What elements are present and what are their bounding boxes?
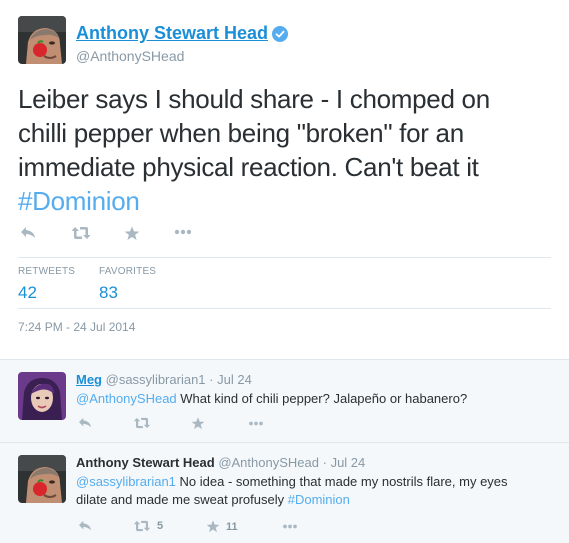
favorite-button[interactable]: 11 xyxy=(206,520,238,533)
retweet-icon xyxy=(133,520,151,532)
hashtag-link[interactable]: #Dominion xyxy=(288,492,350,507)
author-name[interactable]: Anthony Stewart Head xyxy=(76,23,268,44)
retweets-stat[interactable]: RETWEETS 42 xyxy=(18,266,75,303)
retweet-button[interactable] xyxy=(71,226,91,240)
more-icon xyxy=(249,421,263,426)
tweet-text-line: immediate physical reaction. Can't beat … xyxy=(18,152,479,182)
more-icon xyxy=(174,229,192,235)
reply-text-body: No idea - something that made my nostril… xyxy=(175,474,508,489)
retweets-count: 42 xyxy=(18,283,37,302)
retweet-icon xyxy=(133,417,151,429)
divider xyxy=(18,257,551,258)
reply-button[interactable] xyxy=(78,520,92,532)
reply-icon xyxy=(21,227,35,238)
reply-tweet[interactable]: Anthony Stewart Head @AnthonySHead · Jul… xyxy=(0,442,569,543)
favorites-stat[interactable]: FAVORITES 83 xyxy=(99,266,156,303)
favorites-label: FAVORITES xyxy=(99,266,157,277)
more-button[interactable] xyxy=(282,524,298,529)
author-handle[interactable]: @AnthonySHead xyxy=(76,48,184,64)
reply-button[interactable] xyxy=(78,417,92,429)
divider xyxy=(18,308,551,309)
reply-text-line: @sassylibrarian1 No idea - something tha… xyxy=(76,473,556,491)
star-icon xyxy=(124,226,140,240)
reply-actions xyxy=(76,417,336,433)
reply-actions: 5 11 xyxy=(76,520,336,536)
author-avatar[interactable] xyxy=(18,16,66,64)
reply-text-body: dilate and made me sweat profusely xyxy=(76,492,288,507)
star-icon xyxy=(206,520,220,533)
hashtag-link[interactable]: #Dominion xyxy=(18,184,558,218)
reply-header: Anthony Stewart Head @AnthonySHead · Jul… xyxy=(76,455,365,470)
verified-badge-icon xyxy=(272,26,288,42)
reply-tweet[interactable]: Meg @sassylibrarian1 · Jul 24 @AnthonySH… xyxy=(0,359,569,439)
retweet-icon xyxy=(71,227,91,239)
tweet-actions xyxy=(18,226,218,246)
replies-section: Meg @sassylibrarian1 · Jul 24 @AnthonySH… xyxy=(0,359,569,543)
separator-dot: · xyxy=(322,455,327,470)
favorite-button[interactable] xyxy=(124,226,140,241)
reply-author-handle[interactable]: @sassylibrarian1 xyxy=(106,372,206,387)
reply-avatar[interactable] xyxy=(18,455,66,503)
reply-date[interactable]: Jul 24 xyxy=(217,372,252,387)
reply-author-name[interactable]: Meg xyxy=(76,372,102,387)
retweet-count: 5 xyxy=(157,520,164,532)
tweet-text-line: Leiber says I should share - I chomped o… xyxy=(18,84,490,114)
reply-icon xyxy=(79,417,91,428)
retweet-button[interactable] xyxy=(133,417,151,429)
favorite-count: 11 xyxy=(226,520,238,533)
more-button[interactable] xyxy=(174,229,192,235)
separator-dot: · xyxy=(209,372,214,387)
more-icon xyxy=(283,524,297,529)
mention-link[interactable]: @sassylibrarian1 xyxy=(76,474,176,489)
favorites-count: 83 xyxy=(99,283,118,302)
reply-author-handle[interactable]: @AnthonySHead xyxy=(218,455,319,470)
reply-text-line: dilate and made me sweat profusely #Domi… xyxy=(76,491,556,509)
star-icon xyxy=(191,417,205,430)
main-tweet: Anthony Stewart Head @AnthonySHead Leibe… xyxy=(0,0,569,359)
reply-text: @sassylibrarian1 No idea - something tha… xyxy=(76,473,556,509)
favorite-button[interactable] xyxy=(191,417,205,430)
reply-avatar[interactable] xyxy=(18,372,66,420)
reply-header: Meg @sassylibrarian1 · Jul 24 xyxy=(76,372,252,387)
tweet-text-line: chilli pepper when being "broken" for an xyxy=(18,118,464,148)
retweet-button[interactable]: 5 xyxy=(133,520,163,532)
reply-date[interactable]: Jul 24 xyxy=(331,455,366,470)
more-button[interactable] xyxy=(248,421,264,426)
mention-link[interactable]: @AnthonySHead xyxy=(76,391,177,406)
reply-text: @AnthonySHead What kind of chili pepper?… xyxy=(76,390,556,408)
tweet-timestamp[interactable]: 7:24 PM - 24 Jul 2014 xyxy=(18,320,135,334)
tweet-text: Leiber says I should share - I chomped o… xyxy=(18,82,558,218)
retweets-label: RETWEETS xyxy=(18,266,76,277)
reply-icon xyxy=(79,520,91,531)
reply-author-name[interactable]: Anthony Stewart Head xyxy=(76,455,215,470)
reply-text-body: What kind of chili pepper? Jalapeño or h… xyxy=(176,391,468,406)
reply-button[interactable] xyxy=(20,226,36,240)
